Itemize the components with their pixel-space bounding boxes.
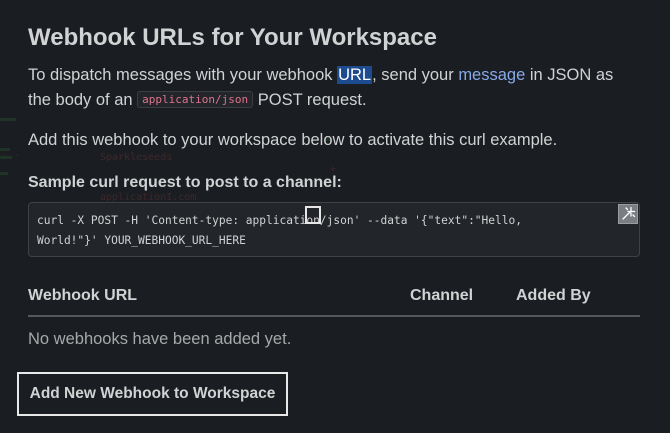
text-cursor-box [305, 206, 321, 224]
message-link[interactable]: message [458, 66, 525, 84]
column-header-channel: Channel [410, 287, 474, 304]
instructions-text: Add this webhook to your workspace below… [28, 131, 558, 149]
sample-curl-label: Sample curl request to post to a channel… [28, 174, 342, 191]
intro-text-2: , send your [372, 66, 459, 84]
intro-text-1: To dispatch messages with your webhook [28, 66, 338, 84]
intro-text-4: POST request. [253, 91, 367, 109]
curl-code-block[interactable]: curl -X POST -H 'Content-type: applicati… [28, 202, 640, 257]
svg-text:Sparkleseeds: Sparkleseeds [100, 152, 172, 163]
copy-code-button[interactable] [618, 204, 638, 224]
page-title: Webhook URLs for Your Workspace [28, 24, 437, 51]
svg-text:‐ ‐: ‐ ‐ [2, 150, 20, 161]
inline-code-content-type: application/json [137, 91, 254, 108]
webhook-table-header: Webhook URL Channel Added By [28, 287, 640, 317]
empty-table-message: No webhooks have been added yet. [28, 330, 292, 348]
sparkle-copy-icon [622, 206, 636, 220]
curl-line-2: World!"}' YOUR_WEBHOOK_URL_HERE [37, 234, 246, 247]
add-new-webhook-button[interactable]: Add New Webhook to Workspace [17, 372, 288, 416]
highlighted-url-word: URL [337, 66, 373, 84]
column-header-added-by: Added By [516, 287, 591, 304]
column-header-webhook-url: Webhook URL [28, 287, 138, 304]
webhook-page: ‐ ‐ Sparkleseeds applicationI.com + Webh… [0, 0, 670, 433]
intro-paragraph: To dispatch messages with your webhook U… [28, 63, 640, 114]
